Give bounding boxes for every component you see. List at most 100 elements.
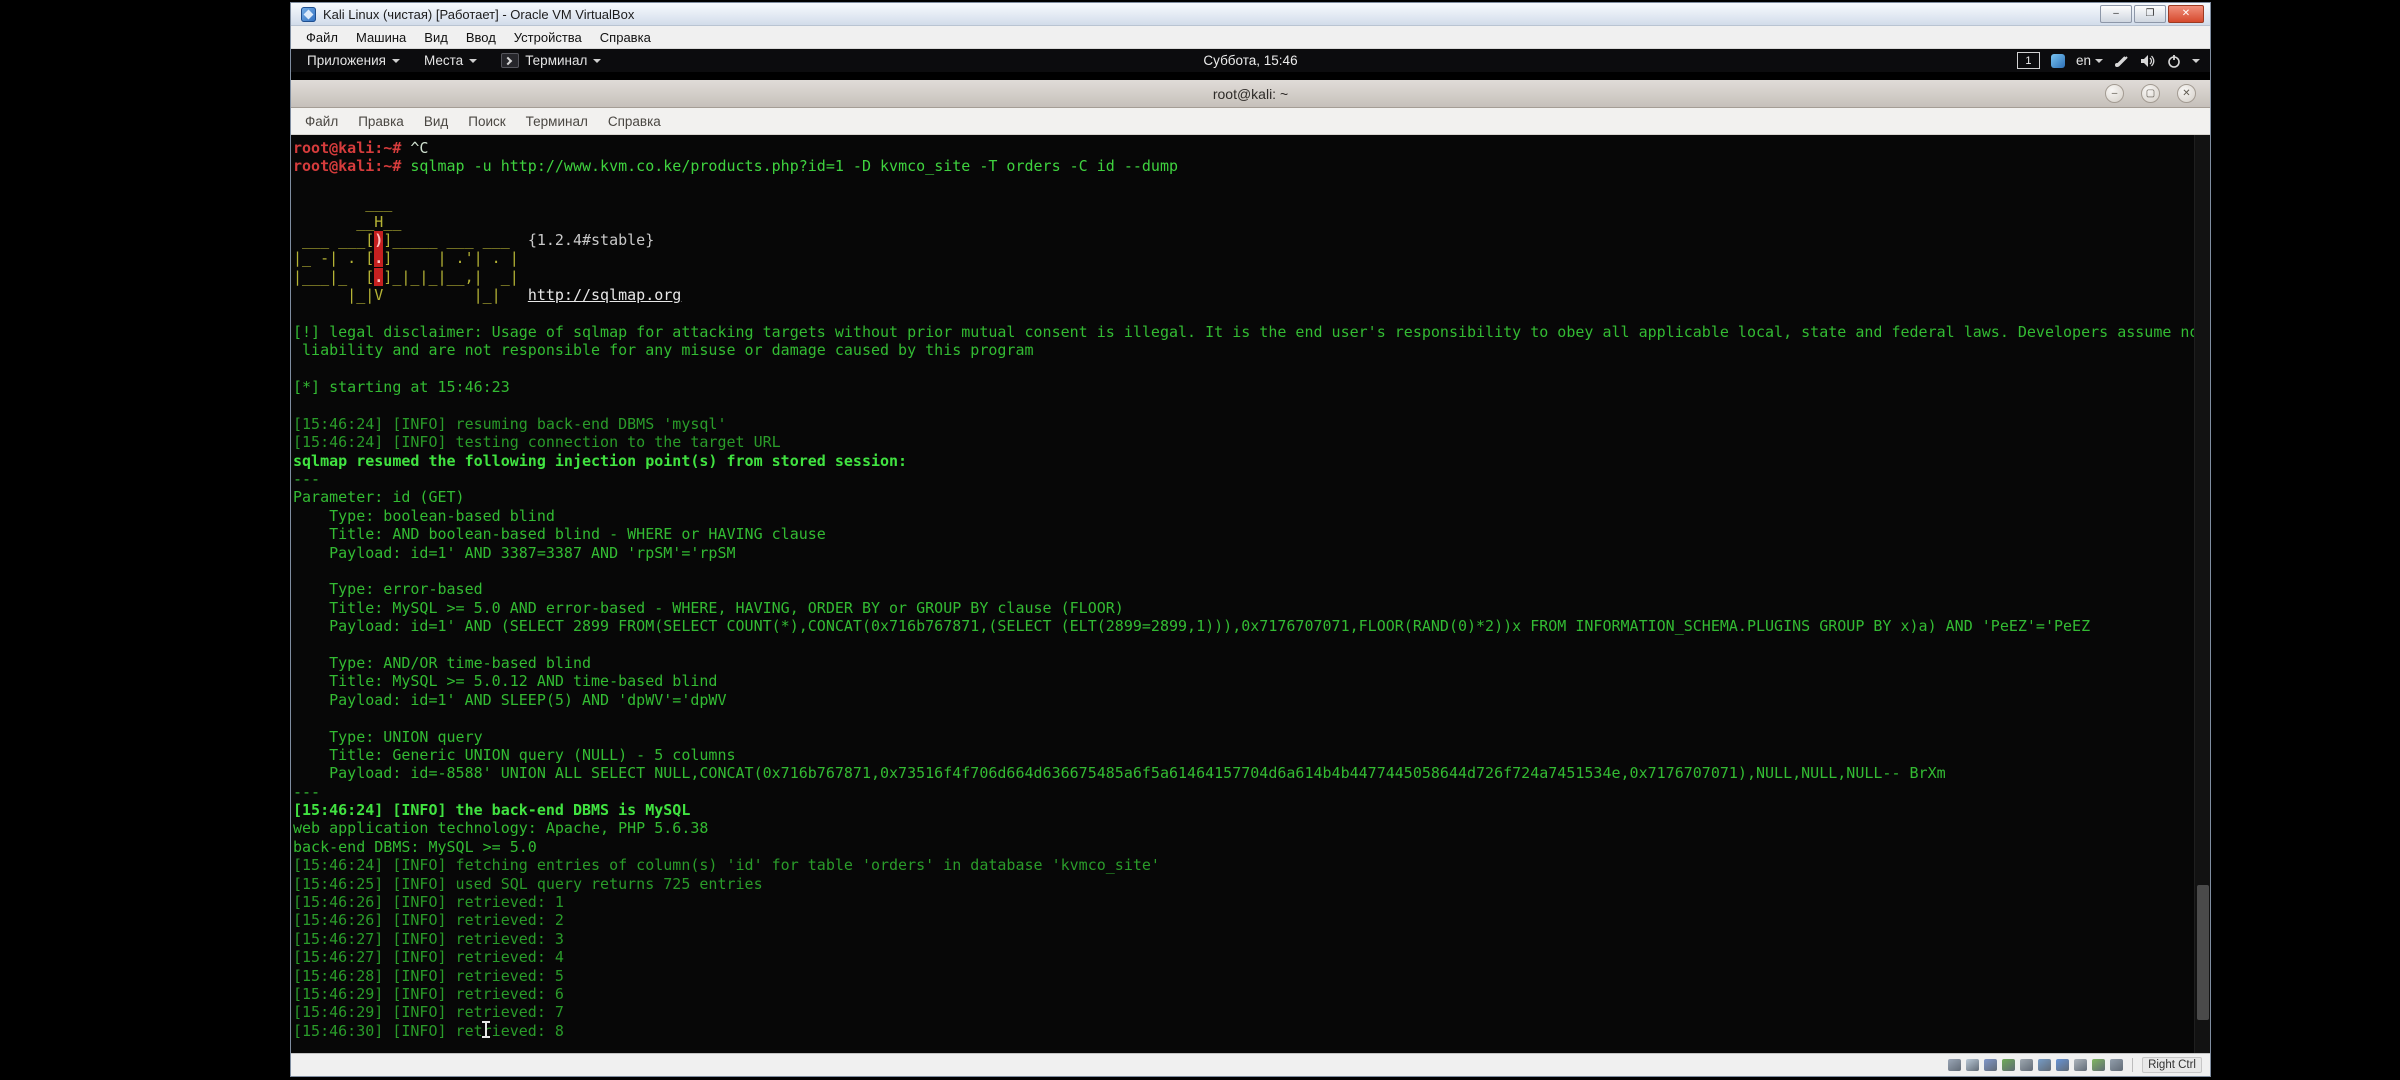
terminal-menu-item-3[interactable]: Поиск — [458, 111, 515, 132]
terminal-line: Payload: id=1' AND 3387=3387 AND 'rpSM'=… — [293, 544, 2210, 562]
tools-icon[interactable] — [2114, 53, 2129, 68]
volume-icon[interactable] — [2140, 54, 2156, 68]
chevron-down-icon — [392, 59, 400, 63]
clipboard-tray-icon[interactable] — [2051, 54, 2065, 68]
panel-menu-caret[interactable] — [2192, 59, 2200, 63]
terminal-body[interactable]: root@kali:~# ^Croot@kali:~# sqlmap -u ht… — [291, 135, 2210, 1053]
terminal-line: [15:46:24] [INFO] the back-end DBMS is M… — [293, 801, 2210, 819]
terminal-line: |_ -| . [.] | .'| . | — [293, 249, 2210, 267]
terminal-line: back-end DBMS: MySQL >= 5.0 — [293, 838, 2210, 856]
text-cursor-pointer — [485, 1023, 487, 1036]
terminal-line: [15:46:29] [INFO] retrieved: 7 — [293, 1003, 2210, 1021]
terminal-line: [15:46:26] [INFO] retrieved: 1 — [293, 893, 2210, 911]
terminal-app-menu[interactable]: Терминал — [491, 51, 611, 70]
shared-folders-icon[interactable] — [2038, 1059, 2051, 1071]
close-button[interactable]: ✕ — [2168, 5, 2204, 23]
terminal-line: liability and are not responsible for an… — [293, 341, 2210, 359]
network-icon[interactable] — [2002, 1059, 2015, 1071]
terminal-line: [15:46:28] [INFO] retrieved: 5 — [293, 967, 2210, 985]
terminal-line: [15:46:24] [INFO] fetching entries of co… — [293, 856, 2210, 874]
minimize-button[interactable]: – — [2100, 5, 2132, 23]
terminal-line: ___ — [293, 194, 2210, 212]
terminal-maximize-button[interactable]: ▢ — [2141, 84, 2160, 103]
screen: Kali Linux (чистая) [Работает] - Oracle … — [0, 0, 2400, 1080]
terminal-line: --- — [293, 470, 2210, 488]
usb-icon[interactable] — [2020, 1059, 2033, 1071]
terminal-line: Title: AND boolean-based blind - WHERE o… — [293, 525, 2210, 543]
terminal-line — [293, 305, 2210, 323]
terminal-menu-item-5[interactable]: Справка — [598, 111, 671, 132]
scrollbar-thumb[interactable] — [2197, 885, 2209, 1020]
terminal-line: Parameter: id (GET) — [293, 488, 2210, 506]
terminal-titlebar[interactable]: root@kali: ~ – ▢ ✕ — [291, 80, 2210, 108]
vbox-window-title: Kali Linux (чистая) [Работает] - Oracle … — [323, 7, 2093, 22]
vbox-menu-item-1[interactable]: Машина — [347, 28, 415, 47]
vbox-menu-item-0[interactable]: Файл — [297, 28, 347, 47]
terminal-output: root@kali:~# ^Croot@kali:~# sqlmap -u ht… — [293, 139, 2210, 1040]
terminal-line: Title: MySQL >= 5.0 AND error-based - WH… — [293, 599, 2210, 617]
places-menu[interactable]: Места — [414, 51, 487, 70]
terminal-window: root@kali: ~ – ▢ ✕ ФайлПравкаВидПоискТер… — [291, 80, 2210, 1053]
terminal-title: root@kali: ~ — [1213, 86, 1288, 102]
terminal-menu-item-1[interactable]: Правка — [348, 111, 414, 132]
hdd-icon[interactable] — [1948, 1059, 1961, 1071]
terminal-menu-item-2[interactable]: Вид — [414, 111, 458, 132]
terminal-icon — [501, 53, 519, 68]
kali-top-panel: Приложения Места Терминал Суббота, 15:46 — [291, 49, 2210, 72]
terminal-scrollbar[interactable] — [2194, 135, 2210, 1053]
vbox-menu-item-5[interactable]: Справка — [591, 28, 660, 47]
vbox-menu-item-2[interactable]: Вид — [415, 28, 457, 47]
applications-label: Приложения — [307, 53, 386, 68]
terminal-line: [15:46:24] [INFO] resuming back-end DBMS… — [293, 415, 2210, 433]
workspace-indicator[interactable]: 1 — [2017, 52, 2040, 69]
terminal-line: |_|V |_| http://sqlmap.org — [293, 286, 2210, 304]
vbox-menu-item-3[interactable]: Ввод — [457, 28, 505, 47]
vbox-titlebar[interactable]: Kali Linux (чистая) [Работает] - Oracle … — [291, 3, 2210, 26]
recording-icon[interactable] — [2074, 1059, 2087, 1071]
terminal-line: root@kali:~# sqlmap -u http://www.kvm.co… — [293, 157, 2210, 175]
terminal-line: Type: UNION query — [293, 728, 2210, 746]
status-icons — [1948, 1059, 2123, 1071]
terminal-line: Payload: id=1' AND (SELECT 2899 FROM(SEL… — [293, 617, 2210, 635]
guest-screen: Приложения Места Терминал Суббота, 15:46 — [291, 49, 2210, 1053]
mouse-icon[interactable] — [2110, 1059, 2123, 1071]
terminal-line: Payload: id=-8588' UNION ALL SELECT NULL… — [293, 764, 2210, 782]
panel-left-section: Приложения Места Терминал — [291, 51, 611, 70]
maximize-button[interactable]: ❐ — [2134, 5, 2166, 23]
vbox-statusbar: Right Ctrl — [291, 1053, 2210, 1076]
terminal-line: Type: error-based — [293, 580, 2210, 598]
features-icon[interactable] — [2092, 1059, 2105, 1071]
terminal-line: [15:46:25] [INFO] used SQL query returns… — [293, 875, 2210, 893]
clock[interactable]: Суббота, 15:46 — [1203, 49, 1297, 72]
terminal-line: Type: AND/OR time-based blind — [293, 654, 2210, 672]
display-icon[interactable] — [2056, 1059, 2069, 1071]
terminal-line: root@kali:~# ^C — [293, 139, 2210, 157]
panel-right-section: 1 en — [2017, 52, 2210, 69]
places-label: Места — [424, 53, 463, 68]
virtualbox-window: Kali Linux (чистая) [Работает] - Oracle … — [290, 2, 2211, 1077]
terminal-close-button[interactable]: ✕ — [2177, 84, 2196, 103]
terminal-line: sqlmap resumed the following injection p… — [293, 452, 2210, 470]
chevron-down-icon — [2095, 59, 2103, 63]
terminal-menu-item-4[interactable]: Терминал — [516, 111, 598, 132]
keyboard-layout-indicator[interactable]: en — [2076, 53, 2103, 68]
terminal-line: Title: MySQL >= 5.0.12 AND time-based bl… — [293, 672, 2210, 690]
applications-menu[interactable]: Приложения — [297, 51, 410, 70]
vbox-menu-item-4[interactable]: Устройства — [505, 28, 591, 47]
terminal-app-label: Терминал — [525, 53, 587, 68]
terminal-window-controls: – ▢ ✕ — [2105, 80, 2196, 107]
terminal-line: --- — [293, 783, 2210, 801]
keyboard-layout-label: en — [2076, 53, 2091, 68]
cd-icon[interactable] — [1966, 1059, 1979, 1071]
terminal-line — [293, 360, 2210, 378]
audio-icon[interactable] — [1984, 1059, 1997, 1071]
host-key-indicator: Right Ctrl — [2142, 1057, 2202, 1073]
status-separator — [2132, 1058, 2133, 1072]
power-icon[interactable] — [2167, 54, 2181, 68]
vbox-window-controls: – ❐ ✕ — [2100, 5, 2204, 23]
terminal-line: __H__ — [293, 213, 2210, 231]
terminal-minimize-button[interactable]: – — [2105, 84, 2124, 103]
terminal-line — [293, 636, 2210, 654]
terminal-line: [15:46:29] [INFO] retrieved: 6 — [293, 985, 2210, 1003]
terminal-menu-item-0[interactable]: Файл — [295, 111, 348, 132]
